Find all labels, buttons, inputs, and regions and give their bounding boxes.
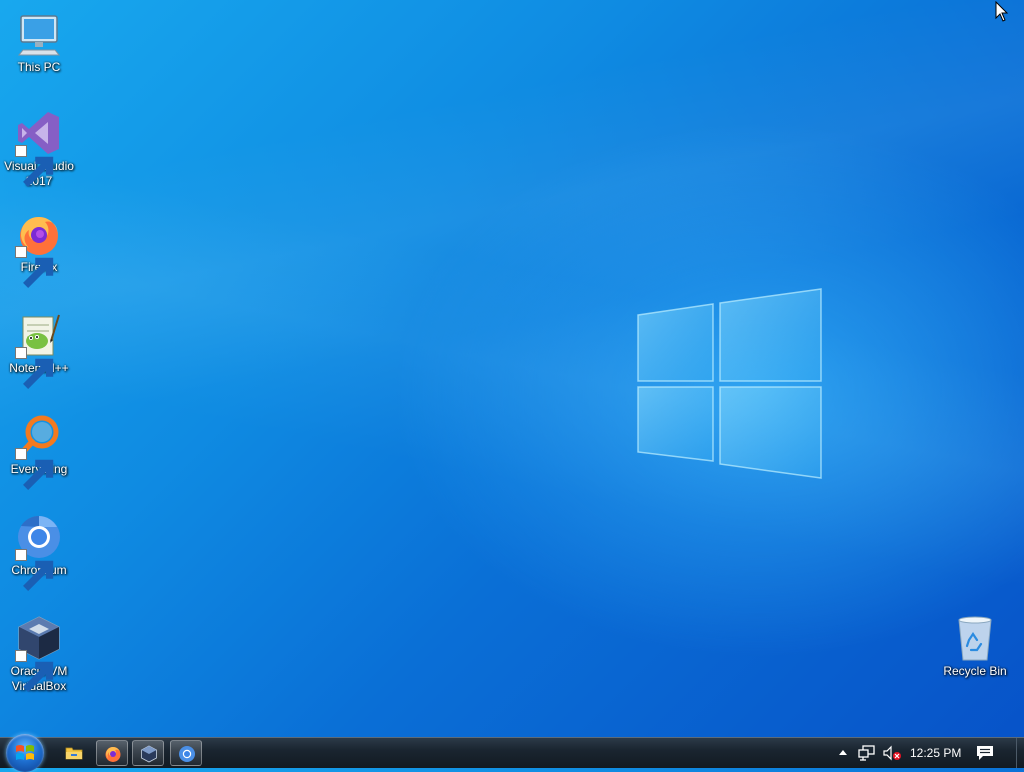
taskbar: 12:25 PM bbox=[0, 734, 1024, 772]
shortcut-arrow-icon bbox=[15, 246, 54, 288]
firefox-icon bbox=[105, 747, 121, 762]
desktop-icon-notepad-plus-plus[interactable]: Notepad++ bbox=[1, 311, 77, 389]
shortcut-arrow-icon bbox=[15, 145, 54, 187]
taskbar-chromium-button[interactable] bbox=[170, 740, 202, 766]
desktop-icon-this-pc[interactable]: This PC bbox=[1, 10, 77, 75]
desktop-icon-everything[interactable]: Everything bbox=[1, 412, 77, 490]
taskbar-file-explorer-button[interactable] bbox=[58, 740, 90, 766]
desktop-icon-recycle-bin[interactable]: Recycle Bin bbox=[937, 614, 1013, 679]
desktop-icon-label: This PC bbox=[17, 60, 61, 74]
wallpaper-light-beam bbox=[0, 0, 1024, 768]
desktop-icon-visual-studio[interactable]: Visual Studio 2017 bbox=[1, 109, 77, 189]
action-center-icon[interactable] bbox=[976, 745, 994, 761]
volume-muted-icon[interactable] bbox=[882, 745, 902, 761]
shortcut-arrow-icon bbox=[15, 549, 54, 591]
show-desktop-button[interactable] bbox=[1016, 738, 1024, 768]
shortcut-arrow-icon bbox=[15, 650, 54, 692]
virtualbox-icon bbox=[141, 745, 157, 763]
chromium-icon bbox=[179, 746, 195, 762]
windows-start-icon bbox=[16, 745, 34, 760]
desktop-icon-label: Recycle Bin bbox=[943, 664, 1007, 678]
show-hidden-icons-icon[interactable] bbox=[838, 745, 848, 761]
shortcut-arrow-icon bbox=[15, 347, 54, 389]
desktop-icon-chromium[interactable]: Chromium bbox=[1, 513, 77, 591]
computer-icon bbox=[17, 15, 61, 56]
mouse-cursor-icon bbox=[995, 1, 1009, 22]
network-icon[interactable] bbox=[858, 745, 876, 761]
taskbar-firefox-button[interactable] bbox=[96, 740, 128, 766]
taskbar-clock[interactable]: 12:25 PM bbox=[910, 746, 961, 760]
wallpaper-light-beam bbox=[0, 0, 1024, 768]
start-button[interactable] bbox=[6, 734, 44, 772]
taskbar-virtualbox-button[interactable] bbox=[132, 740, 164, 766]
folder-icon bbox=[65, 747, 83, 760]
windows-wallpaper-logo bbox=[637, 288, 822, 479]
recycle-bin-icon bbox=[958, 616, 992, 661]
desktop-icon-firefox[interactable]: Firefox bbox=[1, 210, 77, 288]
shortcut-arrow-icon bbox=[15, 448, 54, 490]
desktop-icon-virtualbox[interactable]: Oracle VM VirtualBox bbox=[1, 614, 77, 694]
